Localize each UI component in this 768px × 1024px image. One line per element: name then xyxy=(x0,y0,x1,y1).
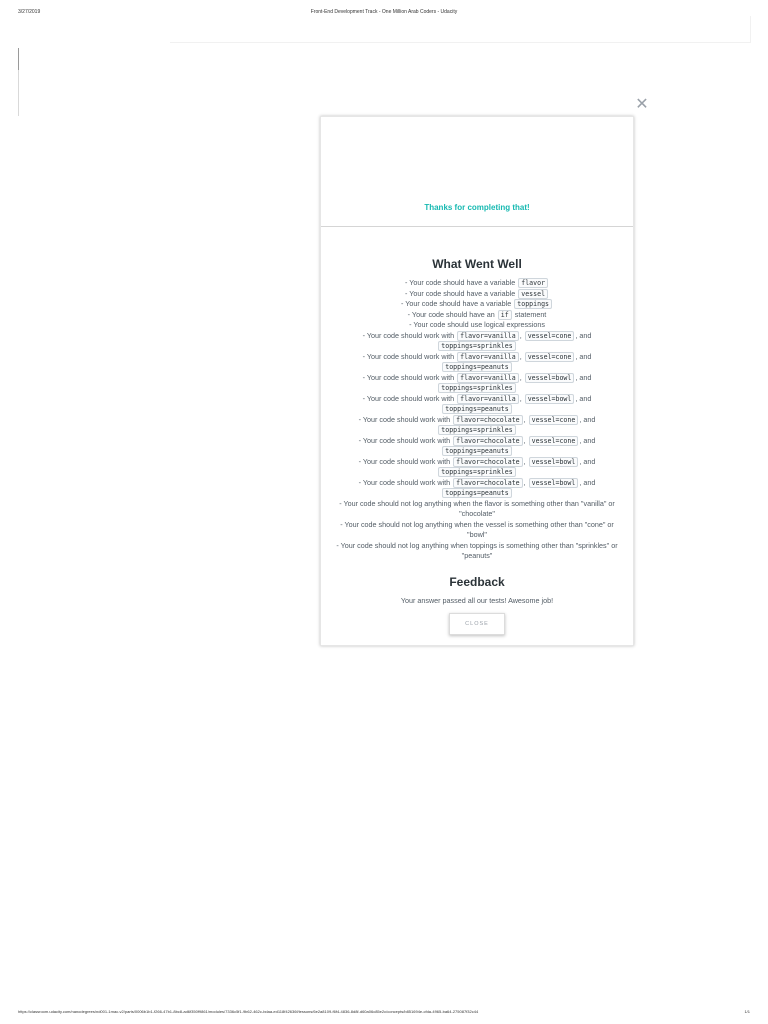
code-snippet: vessel=bowl xyxy=(528,456,579,467)
code-snippet: flavor=chocolate xyxy=(453,414,523,425)
code-snippet: toppings=peanuts xyxy=(442,488,512,498)
code-snippet: vessel=cone xyxy=(528,414,579,425)
code-snippet: if xyxy=(497,309,512,320)
test-result-item: - Your code should have a variable vesse… xyxy=(334,288,620,300)
feedback-message: Your answer passed all our tests! Awesom… xyxy=(400,595,554,605)
code-snippet: vessel xyxy=(518,288,549,299)
test-result-item: - Your code should work with flavor=vani… xyxy=(362,393,592,414)
code-snippet: flavor=chocolate xyxy=(453,456,523,467)
test-result-item: - Your code should have a variable flavo… xyxy=(334,278,620,289)
test-result-item: - Your code should have a variable toppi… xyxy=(334,299,620,310)
code-snippet: vessel=cone xyxy=(524,330,575,341)
test-result-item: - Your code should use logical expressio… xyxy=(409,320,545,329)
code-snippet: flavor=vanilla xyxy=(457,372,519,383)
test-result-item: - Your code should not log anything when… xyxy=(340,519,614,540)
test-result-item: - Your code should work with flavor=choc… xyxy=(358,456,596,477)
print-url: https://classroom.udacity.com/nanodegree… xyxy=(18,1009,479,1014)
test-result-item: - Your code should work with flavor=choc… xyxy=(358,435,596,456)
code-snippet: toppings=peanuts xyxy=(442,446,512,456)
what-went-well-heading: What Went Well xyxy=(432,257,522,271)
modal-header: Thanks for completing that! xyxy=(321,117,633,227)
code-snippet: flavor=chocolate xyxy=(453,477,523,488)
code-snippet: flavor=vanilla xyxy=(457,393,519,404)
test-results-list: - Your code should have a variable flavo… xyxy=(334,278,620,562)
code-snippet: toppings xyxy=(514,299,553,309)
code-snippet: toppings=sprinkles xyxy=(438,467,516,477)
code-snippet: toppings=peanuts xyxy=(442,362,512,372)
test-result-item: - Your code should work with flavor=vani… xyxy=(362,330,592,351)
print-page-title: Front-End Development Track - One Millio… xyxy=(310,9,458,15)
code-snippet: vessel=cone xyxy=(528,435,579,446)
background-card xyxy=(170,16,751,43)
code-snippet: toppings=sprinkles xyxy=(438,425,516,435)
feedback-heading: Feedback xyxy=(449,574,505,589)
test-result-item: - Your code should work with flavor=vani… xyxy=(362,372,592,393)
thanks-message: Thanks for completing that! xyxy=(424,203,530,212)
code-snippet: flavor=chocolate xyxy=(453,435,523,446)
page-number: 1/1 xyxy=(744,1009,750,1014)
code-snippet: vessel=cone xyxy=(524,351,575,362)
test-result-item: - Your code should not log anything when… xyxy=(339,498,615,519)
test-result-item: - Your code should work with flavor=choc… xyxy=(358,477,596,498)
code-snippet: toppings=sprinkles xyxy=(438,383,516,393)
code-snippet: flavor=vanilla xyxy=(457,351,519,362)
test-result-item: - Your code should have an if statement xyxy=(407,309,547,320)
test-result-item: - Your code should not log anything when… xyxy=(336,540,618,561)
code-snippet: flavor xyxy=(518,278,549,288)
test-result-item: - Your code should work with flavor=choc… xyxy=(358,414,596,435)
feedback-modal: Thanks for completing that! What Went We… xyxy=(320,116,634,646)
divider-marker xyxy=(18,48,19,70)
code-snippet: toppings=sprinkles xyxy=(438,341,516,351)
code-snippet: vessel=bowl xyxy=(528,477,579,488)
code-snippet: toppings=peanuts xyxy=(442,404,512,414)
modal-body: What Went Well - Your code should have a… xyxy=(321,227,633,635)
code-snippet: vessel=bowl xyxy=(524,372,575,383)
test-result-item: - Your code should work with flavor=vani… xyxy=(362,351,592,372)
code-snippet: vessel=bowl xyxy=(524,393,575,404)
code-snippet: flavor=vanilla xyxy=(457,330,519,341)
close-button[interactable]: CLOSE xyxy=(449,612,505,635)
close-icon[interactable]: ✕ xyxy=(634,97,650,113)
